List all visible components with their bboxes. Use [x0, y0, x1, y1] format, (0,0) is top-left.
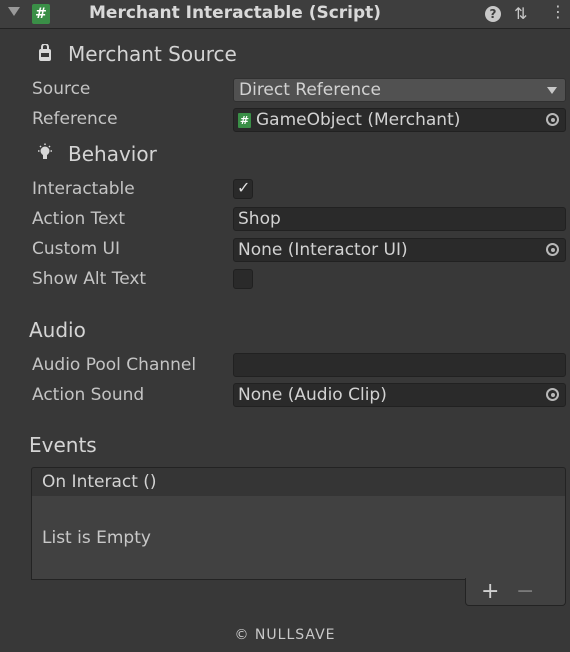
foldout-arrow-icon[interactable] [8, 7, 20, 16]
component-header[interactable]: # Merchant Interactable (Script) ? ⇅ ⋮ [0, 0, 570, 29]
help-icon[interactable]: ? [485, 6, 501, 22]
events-heading: Events [29, 433, 97, 457]
interactable-label: Interactable [32, 179, 135, 199]
chevron-down-icon [547, 87, 557, 94]
script-icon: # [32, 4, 50, 24]
lightbulb-icon [38, 143, 52, 159]
empty-list-text: List is Empty [42, 528, 151, 548]
remove-event-button[interactable]: − [516, 579, 534, 604]
source-value: Direct Reference [239, 80, 381, 100]
reference-label: Reference [32, 109, 118, 129]
audio-pool-channel-input[interactable] [233, 353, 566, 377]
source-label: Source [32, 79, 91, 99]
component-title: Merchant Interactable (Script) [89, 3, 382, 23]
audio-heading: Audio [29, 318, 86, 342]
merchant-icon [39, 44, 51, 61]
action-sound-field[interactable]: None (Audio Clip) [233, 383, 566, 407]
custom-ui-value: None (Interactor UI) [238, 240, 408, 260]
audio-pool-channel-label: Audio Pool Channel [32, 355, 197, 375]
reference-value: GameObject (Merchant) [256, 110, 461, 130]
interactable-checkbox[interactable]: ✓ [233, 178, 253, 199]
show-alt-text-checkbox[interactable] [233, 269, 253, 289]
event-list-title: On Interact () [42, 472, 157, 492]
presets-icon[interactable]: ⇅ [514, 4, 527, 23]
reference-field[interactable]: # GameObject (Merchant) [233, 108, 566, 132]
action-sound-value: None (Audio Clip) [238, 385, 387, 405]
context-menu-icon[interactable]: ⋮ [550, 2, 566, 21]
object-picker-icon[interactable] [546, 388, 559, 401]
action-text-value: Shop [238, 209, 281, 229]
source-dropdown[interactable]: Direct Reference [233, 78, 566, 102]
custom-ui-label: Custom UI [32, 239, 120, 259]
object-picker-icon[interactable] [546, 243, 559, 256]
event-list-header: On Interact () [31, 467, 566, 497]
object-picker-icon[interactable] [546, 113, 559, 126]
merchant-source-heading: Merchant Source [68, 42, 237, 66]
action-text-label: Action Text [32, 209, 126, 229]
action-text-input[interactable]: Shop [233, 207, 566, 231]
copyright-footer: © NULLSAVE [234, 627, 336, 643]
action-sound-label: Action Sound [32, 385, 145, 405]
checkmark-icon: ✓ [237, 178, 251, 197]
event-list-body: List is Empty [31, 496, 566, 580]
add-event-button[interactable]: + [481, 579, 499, 604]
custom-ui-field[interactable]: None (Interactor UI) [233, 238, 566, 262]
script-icon: # [238, 113, 251, 128]
behavior-heading: Behavior [68, 142, 157, 166]
show-alt-text-label: Show Alt Text [32, 269, 147, 289]
